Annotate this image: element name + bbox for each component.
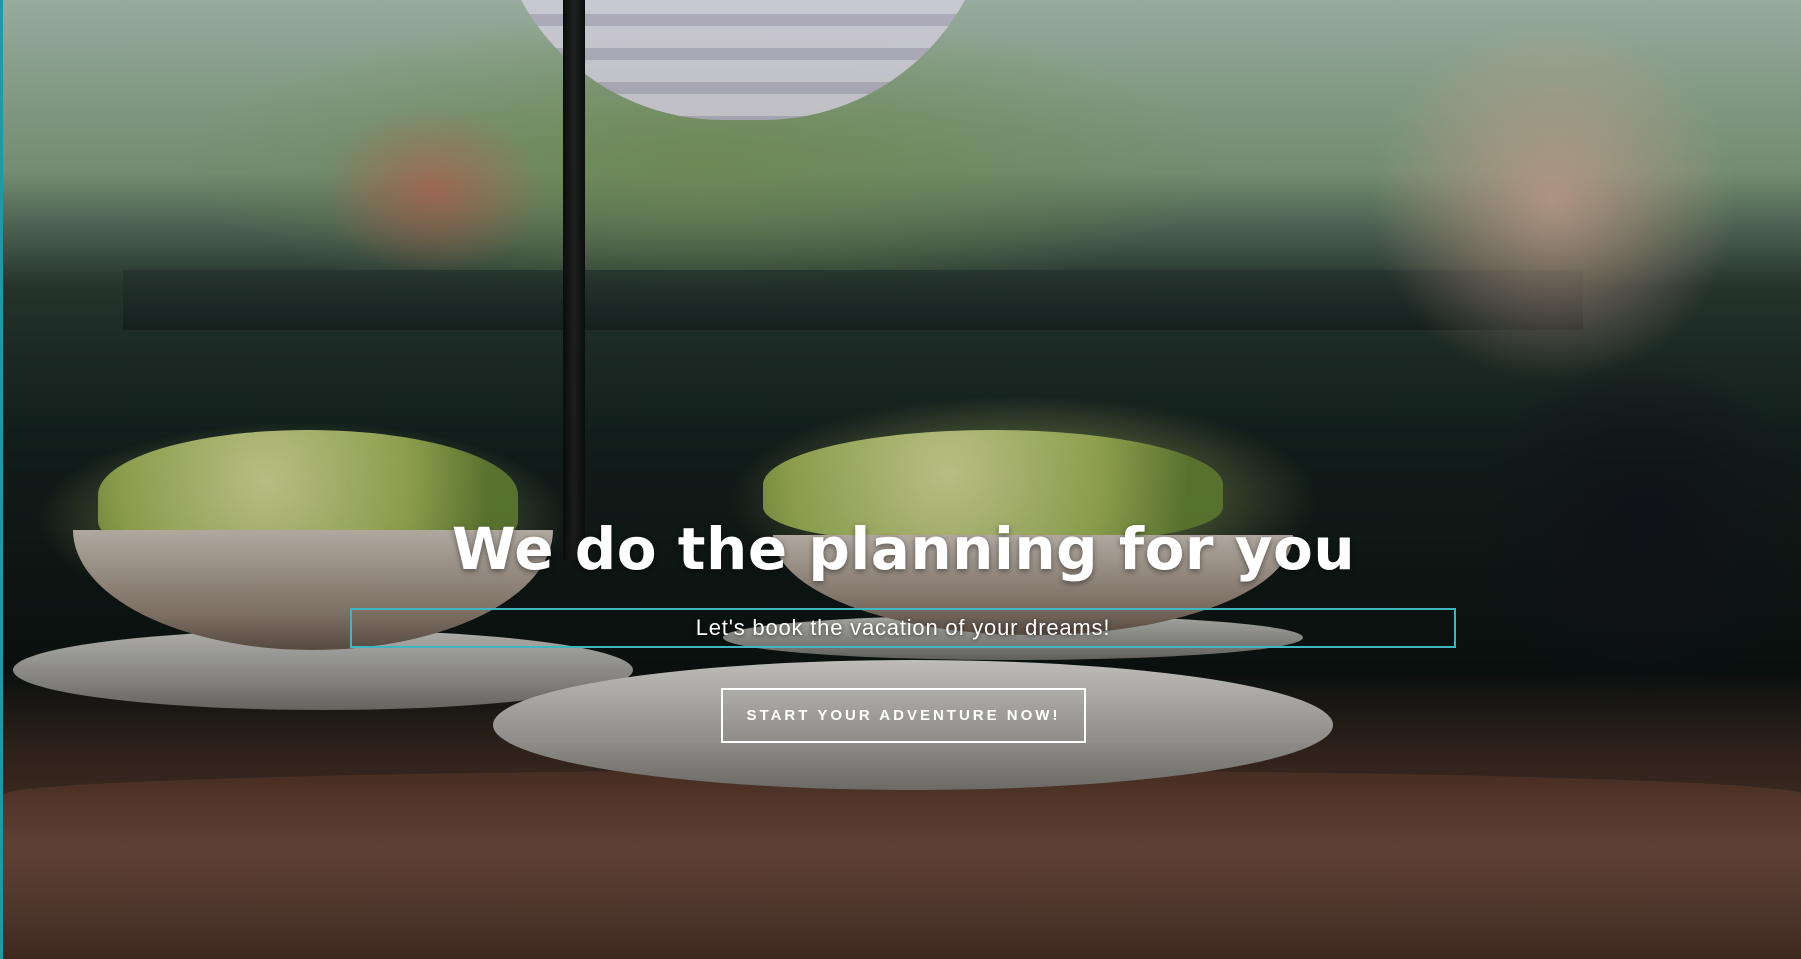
hero-section: We do the planning for you Let's book th… <box>0 0 1801 959</box>
hero-headline: We do the planning for you <box>451 515 1356 583</box>
background-overlay <box>3 0 1801 959</box>
start-adventure-button[interactable]: START YOUR ADVENTURE NOW! <box>721 688 1086 743</box>
hero-subheadline: Let's book the vacation of your dreams! <box>695 615 1111 640</box>
subheadline-box: Let's book the vacation of your dreams! <box>350 608 1456 648</box>
